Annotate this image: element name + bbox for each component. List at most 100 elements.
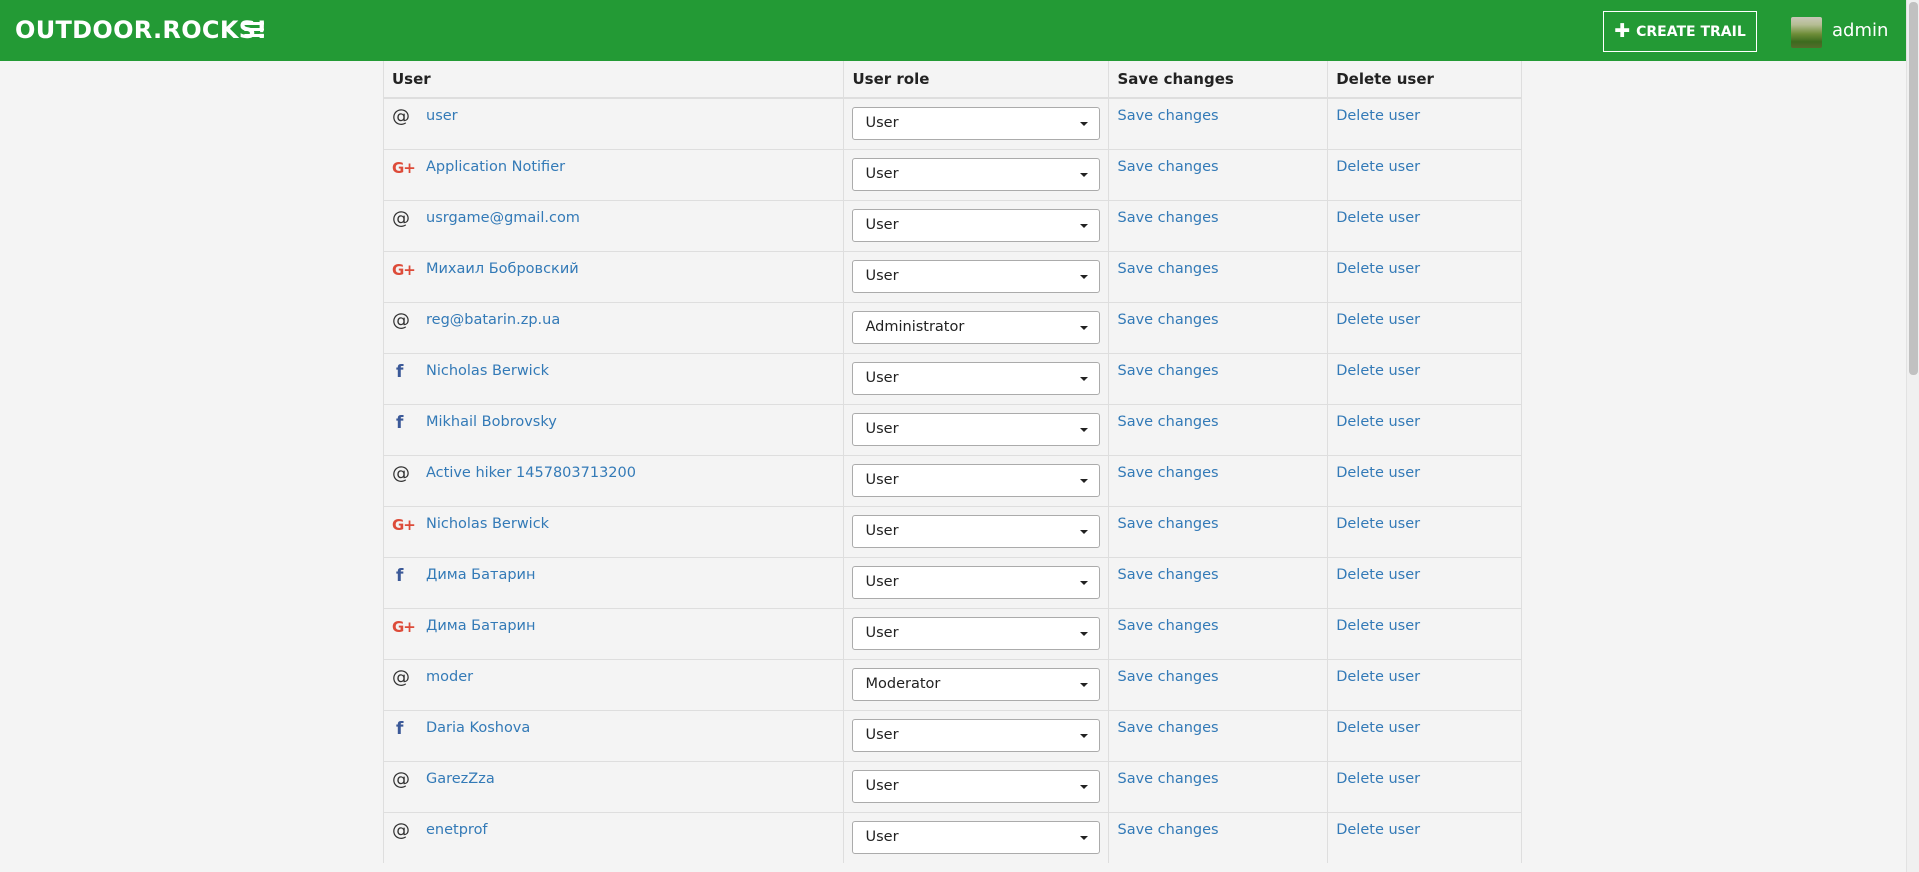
user-name-link[interactable]: Nicholas Berwick bbox=[426, 516, 549, 533]
chevron-down-icon bbox=[1080, 376, 1089, 381]
delete-user-link[interactable]: Delete user bbox=[1336, 312, 1420, 328]
role-cell: User bbox=[843, 556, 1110, 608]
user-role-select[interactable]: User bbox=[852, 463, 1101, 497]
provider-badge: @ bbox=[392, 463, 426, 485]
user-name-link[interactable]: Application Notifier bbox=[426, 159, 565, 176]
user-role-select[interactable]: User bbox=[852, 616, 1101, 650]
user-role-select[interactable]: User bbox=[852, 107, 1101, 140]
at-icon: @ bbox=[392, 819, 410, 841]
user-role-select[interactable]: User bbox=[852, 565, 1101, 599]
facebook-icon: f bbox=[396, 718, 404, 739]
user-name-link[interactable]: GarezZza bbox=[426, 771, 495, 788]
user-role-select[interactable]: Administrator bbox=[852, 310, 1101, 344]
delete-user-link[interactable]: Delete user bbox=[1336, 567, 1420, 583]
user-role-select[interactable]: User bbox=[852, 157, 1101, 191]
user-cell: @ usrgame@gmail.com bbox=[382, 199, 845, 251]
delete-user-link[interactable]: Delete user bbox=[1336, 363, 1420, 379]
user-role-select[interactable]: User bbox=[852, 820, 1101, 854]
save-cell: Save changes bbox=[1108, 250, 1329, 302]
save-changes-link[interactable]: Save changes bbox=[1117, 822, 1218, 838]
table-row: @ moder Moderator Save changes Delete user bbox=[382, 658, 1522, 710]
delete-user-link[interactable]: Delete user bbox=[1336, 618, 1420, 634]
user-name-link[interactable]: user bbox=[426, 108, 458, 125]
user-role-select[interactable]: User bbox=[852, 208, 1101, 242]
delete-user-link[interactable]: Delete user bbox=[1336, 414, 1420, 430]
save-changes-link[interactable]: Save changes bbox=[1117, 618, 1218, 634]
user-cell: G+ Михаил Бобровский bbox=[382, 250, 845, 302]
user-role-select[interactable]: User bbox=[852, 718, 1101, 752]
save-changes-link[interactable]: Save changes bbox=[1117, 516, 1218, 532]
provider-badge: G+ bbox=[392, 516, 426, 536]
user-name-link[interactable]: usrgame@gmail.com bbox=[426, 210, 580, 227]
save-cell: Save changes bbox=[1108, 505, 1329, 557]
create-trail-button[interactable]: ✚ CREATE TRAIL bbox=[1603, 11, 1757, 52]
user-cell: G+ Nicholas Berwick bbox=[382, 505, 845, 557]
delete-cell: Delete user bbox=[1327, 454, 1522, 506]
delete-user-link[interactable]: Delete user bbox=[1336, 108, 1420, 124]
at-icon: @ bbox=[392, 207, 410, 229]
save-changes-link[interactable]: Save changes bbox=[1117, 210, 1218, 226]
user-name-link[interactable]: Nicholas Berwick bbox=[426, 363, 549, 380]
delete-user-link[interactable]: Delete user bbox=[1336, 210, 1420, 226]
save-cell: Save changes bbox=[1108, 760, 1329, 812]
user-avatar[interactable] bbox=[1791, 17, 1822, 48]
google-plus-icon: G+ bbox=[392, 515, 416, 534]
role-cell: User bbox=[843, 505, 1110, 557]
provider-badge: @ bbox=[392, 107, 426, 128]
save-changes-link[interactable]: Save changes bbox=[1117, 771, 1218, 787]
brand-logo[interactable]: OUTDOOR.ROCKS! bbox=[15, 16, 268, 44]
user-name-link[interactable]: Active hiker 1457803713200 bbox=[426, 465, 636, 482]
provider-badge: @ bbox=[392, 819, 426, 842]
save-changes-link[interactable]: Save changes bbox=[1117, 465, 1218, 481]
provider-badge: @ bbox=[392, 207, 426, 230]
save-cell: Save changes bbox=[1108, 148, 1329, 200]
user-name-link[interactable]: Daria Koshova bbox=[426, 720, 530, 737]
user-role-select[interactable]: Moderator bbox=[852, 667, 1101, 701]
header-user: User bbox=[382, 61, 845, 99]
delete-user-link[interactable]: Delete user bbox=[1336, 822, 1420, 838]
hamburger-menu-icon[interactable] bbox=[244, 19, 264, 41]
role-cell: User bbox=[843, 97, 1110, 149]
delete-user-link[interactable]: Delete user bbox=[1336, 261, 1420, 277]
vertical-scrollbar[interactable] bbox=[1906, 0, 1919, 872]
table-row: @ GarezZza User Save changes Delete user bbox=[382, 760, 1522, 812]
current-user-name[interactable]: admin bbox=[1832, 20, 1888, 41]
user-name-link[interactable]: Дима Батарин bbox=[426, 618, 535, 635]
delete-user-link[interactable]: Delete user bbox=[1336, 669, 1420, 685]
save-changes-link[interactable]: Save changes bbox=[1117, 261, 1218, 277]
user-name-link[interactable]: enetprof bbox=[426, 822, 488, 839]
chevron-down-icon bbox=[1080, 784, 1089, 789]
save-changes-link[interactable]: Save changes bbox=[1117, 567, 1218, 583]
save-changes-link[interactable]: Save changes bbox=[1117, 669, 1218, 685]
save-changes-link[interactable]: Save changes bbox=[1117, 414, 1218, 430]
user-role-select[interactable]: User bbox=[852, 412, 1101, 446]
save-changes-link[interactable]: Save changes bbox=[1117, 363, 1218, 379]
delete-user-link[interactable]: Delete user bbox=[1336, 516, 1420, 532]
chevron-down-icon bbox=[1080, 223, 1089, 228]
user-cell: @ Active hiker 1457803713200 bbox=[382, 454, 845, 506]
chevron-down-icon bbox=[1080, 172, 1089, 177]
user-role-select[interactable]: User bbox=[852, 259, 1101, 293]
save-changes-link[interactable]: Save changes bbox=[1117, 108, 1218, 124]
user-name-link[interactable]: Дима Батарин bbox=[426, 567, 535, 584]
save-changes-link[interactable]: Save changes bbox=[1117, 159, 1218, 175]
save-changes-link[interactable]: Save changes bbox=[1117, 720, 1218, 736]
delete-cell: Delete user bbox=[1327, 607, 1522, 659]
user-role-select[interactable]: User bbox=[852, 514, 1101, 548]
user-cell: f Daria Koshova bbox=[382, 709, 845, 761]
user-name-link[interactable]: moder bbox=[426, 669, 473, 686]
delete-user-link[interactable]: Delete user bbox=[1336, 465, 1420, 481]
user-role-select[interactable]: User bbox=[852, 769, 1101, 803]
delete-cell: Delete user bbox=[1327, 709, 1522, 761]
table-row: @ user User Save changes Delete user bbox=[382, 97, 1522, 149]
delete-user-link[interactable]: Delete user bbox=[1336, 159, 1420, 175]
delete-user-link[interactable]: Delete user bbox=[1336, 771, 1420, 787]
user-name-link[interactable]: Mikhail Bobrovsky bbox=[426, 414, 557, 431]
save-changes-link[interactable]: Save changes bbox=[1117, 312, 1218, 328]
delete-user-link[interactable]: Delete user bbox=[1336, 720, 1420, 736]
user-role-select[interactable]: User bbox=[852, 361, 1101, 395]
user-name-link[interactable]: reg@batarin.zp.ua bbox=[426, 312, 560, 329]
scrollbar-thumb[interactable] bbox=[1909, 2, 1918, 375]
role-select-value: User bbox=[865, 216, 899, 233]
user-name-link[interactable]: Михаил Бобровский bbox=[426, 261, 579, 278]
